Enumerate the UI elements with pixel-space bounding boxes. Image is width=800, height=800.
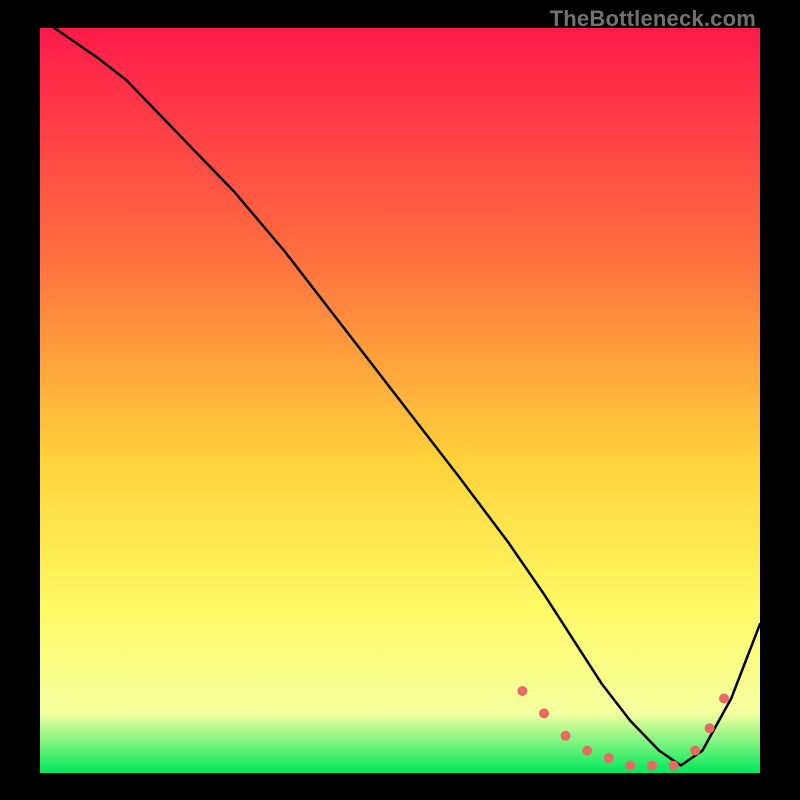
curve-marker — [561, 731, 571, 741]
chart-frame — [40, 28, 760, 773]
curve-marker — [625, 761, 635, 771]
curve-marker — [582, 746, 592, 756]
chart-svg — [40, 28, 760, 773]
curve-marker — [705, 723, 715, 733]
curve-marker — [719, 694, 729, 704]
curve-marker — [669, 761, 679, 771]
curve-marker — [517, 686, 527, 696]
curve-marker — [604, 753, 614, 763]
curve-marker — [690, 746, 700, 756]
curve-marker — [647, 761, 657, 771]
curve-marker — [539, 708, 549, 718]
